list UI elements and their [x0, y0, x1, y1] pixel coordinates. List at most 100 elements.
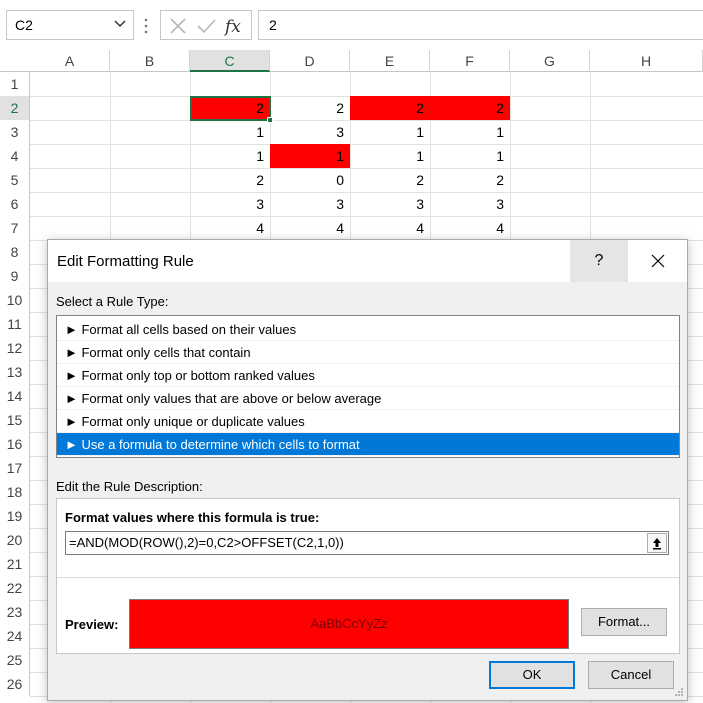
rule-type-item[interactable]: ► Format only values that are above or b… — [57, 387, 679, 410]
column-headers: ABCDEFGH — [0, 50, 703, 72]
cell-c6[interactable]: 3 — [190, 192, 270, 216]
row-header-9[interactable]: 9 — [0, 264, 30, 288]
collapse-dialog-button[interactable] — [647, 533, 667, 553]
cell-d6[interactable]: 3 — [270, 192, 350, 216]
row-header-10[interactable]: 10 — [0, 288, 30, 312]
formula-buttons: fx — [160, 10, 252, 40]
column-header-e[interactable]: E — [350, 50, 430, 72]
cell-e2[interactable]: 2 — [350, 96, 430, 120]
column-header-h[interactable]: H — [590, 50, 703, 72]
close-button[interactable] — [628, 240, 687, 282]
cell-e3[interactable]: 1 — [350, 120, 430, 144]
rule-type-item[interactable]: ► Format only top or bottom ranked value… — [57, 364, 679, 387]
name-box-value: C2 — [15, 17, 33, 33]
cell-f5[interactable]: 2 — [430, 168, 510, 192]
column-header-b[interactable]: B — [110, 50, 190, 72]
rule-type-item[interactable]: ► Format all cells based on their values — [57, 318, 679, 341]
row-header-16[interactable]: 16 — [0, 432, 30, 456]
edit-description-label: Edit the Rule Description: — [56, 479, 203, 494]
cell-f2[interactable]: 2 — [430, 96, 510, 120]
close-icon — [651, 254, 664, 268]
cell-e5[interactable]: 2 — [350, 168, 430, 192]
cell-f4[interactable]: 1 — [430, 144, 510, 168]
row-header-5[interactable]: 5 — [0, 168, 30, 192]
cell-f7[interactable]: 4 — [430, 216, 510, 240]
row-header-25[interactable]: 25 — [0, 648, 30, 672]
cell-d5[interactable]: 0 — [270, 168, 350, 192]
cell-f3[interactable]: 1 — [430, 120, 510, 144]
active-cell-border — [190, 96, 271, 121]
row-header-15[interactable]: 15 — [0, 408, 30, 432]
drag-handle-icon[interactable] — [144, 16, 148, 36]
cell-e4[interactable]: 1 — [350, 144, 430, 168]
row-header-21[interactable]: 21 — [0, 552, 30, 576]
select-rule-type-label: Select a Rule Type: — [56, 294, 169, 309]
cell-c5[interactable]: 2 — [190, 168, 270, 192]
row-header-7[interactable]: 7 — [0, 216, 30, 240]
enter-icon[interactable] — [195, 15, 217, 37]
column-header-f[interactable]: F — [430, 50, 510, 72]
rule-formula-value: =AND(MOD(ROW(),2)=0,C2>OFFSET(C2,1,0)) — [69, 535, 344, 550]
cancel-entry-icon[interactable] — [167, 15, 189, 37]
cancel-button[interactable]: Cancel — [588, 661, 674, 689]
rule-type-item[interactable]: ► Format only cells that contain — [57, 341, 679, 364]
row-header-24[interactable]: 24 — [0, 624, 30, 648]
row-header-26[interactable]: 26 — [0, 672, 30, 696]
cell-e6[interactable]: 3 — [350, 192, 430, 216]
formula-input-value: 2 — [269, 17, 277, 33]
cell-c7[interactable]: 4 — [190, 216, 270, 240]
fill-handle[interactable] — [267, 117, 273, 123]
row-header-14[interactable]: 14 — [0, 384, 30, 408]
cell-e7[interactable]: 4 — [350, 216, 430, 240]
formula-label: Format values where this formula is true… — [65, 510, 320, 525]
column-header-g[interactable]: G — [510, 50, 590, 72]
rule-description-panel: Format values where this formula is true… — [56, 498, 680, 654]
cell-c3[interactable]: 1 — [190, 120, 270, 144]
chevron-down-icon[interactable] — [113, 16, 127, 30]
row-header-12[interactable]: 12 — [0, 336, 30, 360]
format-preview: AaBbCcYyZz — [129, 599, 569, 649]
row-header-6[interactable]: 6 — [0, 192, 30, 216]
cell-d3[interactable]: 3 — [270, 120, 350, 144]
rule-formula-input[interactable]: =AND(MOD(ROW(),2)=0,C2>OFFSET(C2,1,0)) — [65, 531, 669, 555]
dialog-title: Edit Formatting Rule — [57, 253, 194, 270]
rule-type-list[interactable]: ► Format all cells based on their values… — [56, 315, 680, 458]
rule-type-item[interactable]: ► Format only unique or duplicate values — [57, 410, 679, 433]
column-header-c[interactable]: C — [190, 50, 270, 72]
cell-c4[interactable]: 1 — [190, 144, 270, 168]
edit-formatting-rule-dialog: Edit Formatting Rule ? Select a Rule Typ… — [47, 239, 688, 701]
insert-function-icon[interactable]: fx — [223, 15, 245, 37]
formula-bar: C2 fx 2 — [0, 0, 703, 50]
resize-grip-icon[interactable] — [674, 687, 684, 697]
svg-text:fx: fx — [223, 17, 241, 37]
rule-type-item[interactable]: ► Use a formula to determine which cells… — [57, 433, 679, 456]
row-header-3[interactable]: 3 — [0, 120, 30, 144]
cell-f6[interactable]: 3 — [430, 192, 510, 216]
cell-d2[interactable]: 2 — [270, 96, 350, 120]
ok-button[interactable]: OK — [489, 661, 575, 689]
formula-input[interactable]: 2 — [258, 10, 703, 40]
row-header-1[interactable]: 1 — [0, 72, 30, 96]
row-header-18[interactable]: 18 — [0, 480, 30, 504]
help-button[interactable]: ? — [570, 240, 628, 282]
row-header-13[interactable]: 13 — [0, 360, 30, 384]
cell-d4[interactable]: 1 — [270, 144, 350, 168]
cell-d7[interactable]: 4 — [270, 216, 350, 240]
row-header-19[interactable]: 19 — [0, 504, 30, 528]
row-header-20[interactable]: 20 — [0, 528, 30, 552]
collapse-arrow-icon — [653, 538, 661, 550]
row-header-4[interactable]: 4 — [0, 144, 30, 168]
row-header-8[interactable]: 8 — [0, 240, 30, 264]
column-header-d[interactable]: D — [270, 50, 350, 72]
row-header-22[interactable]: 22 — [0, 576, 30, 600]
format-button[interactable]: Format... — [581, 608, 667, 636]
row-header-17[interactable]: 17 — [0, 456, 30, 480]
row-header-2[interactable]: 2 — [0, 96, 30, 120]
preview-label: Preview: — [65, 617, 119, 632]
column-header-a[interactable]: A — [30, 50, 110, 72]
divider — [57, 577, 679, 578]
preview-text: AaBbCcYyZz — [310, 616, 388, 631]
row-header-23[interactable]: 23 — [0, 600, 30, 624]
row-header-11[interactable]: 11 — [0, 312, 30, 336]
name-box[interactable]: C2 — [6, 10, 134, 40]
